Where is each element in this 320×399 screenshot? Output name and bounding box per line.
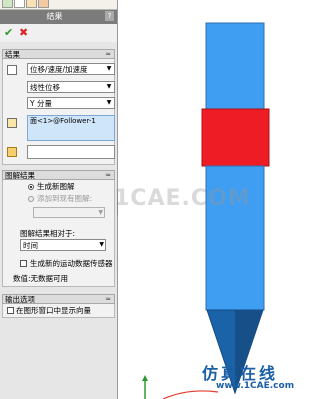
follower-collar: [201, 108, 270, 167]
reference-component-field[interactable]: [27, 145, 115, 159]
watermark-logo-url: www.1CAE.com: [216, 381, 295, 391]
radio-new-plot-label: 生成新图解: [37, 182, 75, 191]
sensor-checkbox[interactable]: [20, 260, 27, 267]
result-type-icon: [7, 65, 17, 75]
relative-to-value: 时间: [23, 241, 38, 250]
results-section-header[interactable]: 结果 ≈: [2, 49, 115, 59]
result-component-dropdown[interactable]: Y 分量 ▼: [27, 97, 115, 109]
radio-existing-plot-label: 添加到现有图解:: [37, 194, 93, 203]
tab-feature-manager[interactable]: [2, 0, 13, 8]
show-vector-checkbox[interactable]: [7, 307, 14, 314]
radio-existing-plot[interactable]: [28, 196, 34, 202]
results-section-title: 结果: [5, 50, 20, 59]
selection-item[interactable]: 面<1>@Follower-1: [30, 117, 96, 126]
selection-listbox[interactable]: 面<1>@Follower-1: [27, 115, 115, 141]
panel-titlebar: 结果 ?: [0, 10, 117, 24]
output-options-section-header[interactable]: 输出选项 ≈: [2, 294, 115, 304]
collapse-icon[interactable]: ≈: [105, 295, 111, 304]
help-button[interactable]: ?: [105, 11, 114, 21]
axis-arrow-icon: [142, 375, 148, 381]
result-category-value: 位移/速度/加速度: [30, 65, 88, 74]
tab-config-manager[interactable]: [26, 0, 37, 8]
result-subcategory-dropdown[interactable]: 线性位移 ▼: [27, 81, 115, 93]
property-manager-panel: 结果 ? ✔ ✖ 结果 ≈ 位移/速度/加速度 ▼ 线性位移 ▼ Y 分量 ▼ …: [0, 0, 118, 399]
output-options-section-title: 输出选项: [5, 295, 35, 304]
results-section-body: 位移/速度/加速度 ▼ 线性位移 ▼ Y 分量 ▼ 面<1>@Follower-…: [2, 59, 115, 165]
show-vector-checkbox-label: 在图形窗口中显示向量: [16, 306, 91, 315]
panel-tab-strip: [0, 0, 117, 10]
radio-new-plot[interactable]: [28, 184, 34, 190]
follower-shaft-upper: [205, 22, 265, 110]
chevron-down-icon: ▼: [106, 83, 112, 90]
chevron-down-icon: ▼: [98, 209, 103, 216]
plot-results-section-header[interactable]: 图解结果 ≈: [2, 170, 115, 180]
tab-display-manager[interactable]: [38, 0, 49, 8]
status-text: 数值:无数据可用: [13, 274, 69, 283]
relative-to-label: 图解结果相对于:: [20, 229, 76, 238]
ok-cancel-row: ✔ ✖: [0, 24, 117, 42]
tab-property-manager[interactable]: [14, 0, 25, 8]
reference-component-icon: [7, 147, 17, 157]
existing-plot-dropdown[interactable]: ▼: [33, 207, 105, 218]
result-category-dropdown[interactable]: 位移/速度/加速度 ▼: [27, 63, 115, 75]
watermark-text: 1CAE.COM: [114, 186, 251, 211]
chevron-down-icon: ▼: [106, 99, 112, 106]
check-icon[interactable]: ✔: [4, 27, 13, 38]
graphics-area[interactable]: 1CAE.COM 仿真在线 www.1CAE.com: [114, 0, 309, 399]
collapse-icon[interactable]: ≈: [105, 171, 111, 180]
panel-title: 结果: [46, 12, 63, 21]
chevron-down-icon: ▼: [106, 65, 112, 72]
sensor-checkbox-label: 生成新的运动数据传感器: [30, 259, 113, 268]
relative-to-dropdown[interactable]: 时间 ▼: [20, 239, 106, 251]
plot-results-section-title: 图解结果: [5, 171, 35, 180]
chevron-down-icon: ▼: [99, 241, 104, 248]
plot-results-section-body: 生成新图解 添加到现有图解: ▼ 图解结果相对于: 时间 ▼ 生成新的运动数据传…: [2, 180, 115, 287]
x-icon[interactable]: ✖: [19, 27, 28, 38]
result-subcategory-value: 线性位移: [30, 83, 60, 92]
output-options-section-body: 在图形窗口中显示向量: [2, 304, 115, 318]
cam-edge: [162, 390, 219, 399]
result-component-value: Y 分量: [30, 99, 52, 108]
face-selection-icon: [7, 118, 17, 128]
collapse-icon[interactable]: ≈: [105, 50, 111, 59]
